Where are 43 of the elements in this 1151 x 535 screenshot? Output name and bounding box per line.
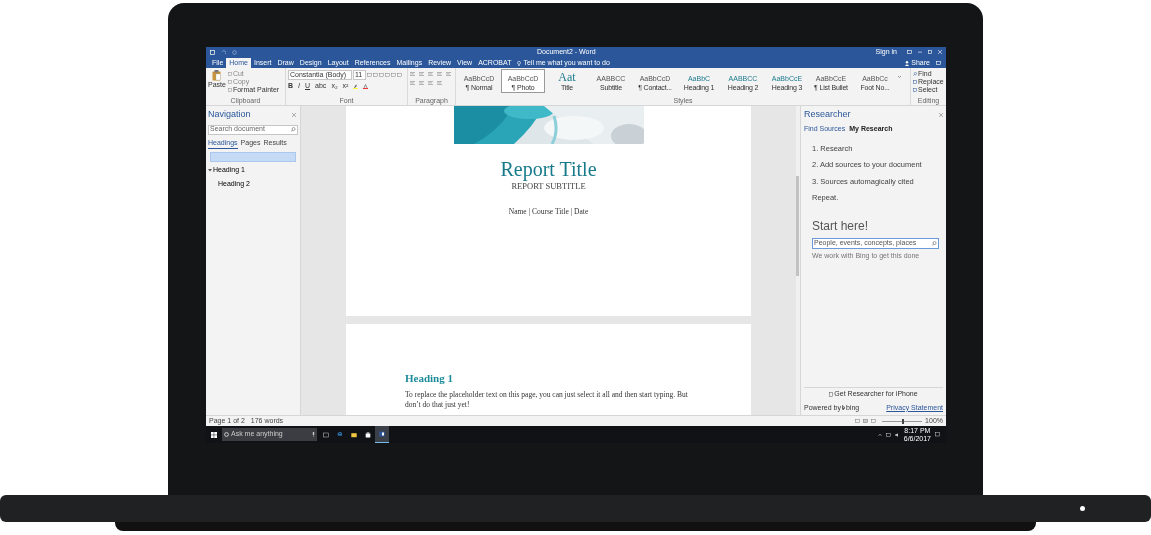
word-icon[interactable]	[379, 431, 385, 437]
report-subtitle: REPORT SUBTITLE	[511, 181, 586, 193]
person-icon	[905, 60, 910, 66]
redo-icon[interactable]	[232, 49, 237, 55]
clipboard-icon[interactable]	[212, 70, 222, 81]
highlight-icon[interactable]	[353, 83, 359, 89]
close-icon[interactable]	[292, 112, 296, 117]
paragraph-format-icon[interactable]	[446, 72, 451, 76]
pane-title: Researcher	[804, 108, 851, 121]
cortana-icon	[224, 432, 229, 437]
save-icon[interactable]	[210, 49, 215, 55]
search-icon	[913, 72, 917, 76]
report-title: Report Title	[500, 158, 597, 180]
search-icon	[932, 241, 937, 246]
browser-icon[interactable]	[337, 431, 343, 438]
phone-icon	[829, 391, 834, 397]
paragraph-format-icon[interactable]	[410, 81, 415, 85]
lightbulb-icon	[517, 60, 522, 66]
folder-icon[interactable]	[351, 431, 357, 438]
maximize-icon[interactable]	[928, 50, 932, 54]
power-light-icon	[1080, 506, 1085, 511]
search-icon	[291, 127, 296, 132]
chevron-up-icon[interactable]	[877, 432, 882, 437]
document-heading: Heading 1	[405, 371, 454, 386]
paragraph-format-icon[interactable]	[437, 72, 442, 76]
font-color-icon[interactable]	[363, 83, 369, 89]
windows-logo-icon[interactable]	[211, 431, 217, 438]
paragraph-format-icon[interactable]	[419, 72, 424, 76]
start-heading: Start here!	[812, 218, 870, 235]
close-icon[interactable]	[939, 112, 943, 117]
paragraph-format-icon[interactable]	[428, 72, 433, 76]
paragraph-format-icon[interactable]	[437, 81, 442, 85]
volume-icon[interactable]	[894, 432, 900, 437]
undo-icon[interactable]	[221, 49, 226, 55]
microphone-icon	[312, 432, 315, 437]
store-icon[interactable]	[365, 431, 371, 438]
paragraph-format-icon[interactable]	[428, 81, 433, 85]
bing-logo-icon	[841, 405, 845, 411]
style-sample: Aat	[558, 71, 576, 84]
paragraph-format-icon[interactable]	[410, 72, 415, 76]
pane-title: Navigation	[208, 108, 251, 121]
paragraph-format-icon[interactable]	[419, 81, 424, 85]
slider-thumb[interactable]	[902, 418, 905, 424]
